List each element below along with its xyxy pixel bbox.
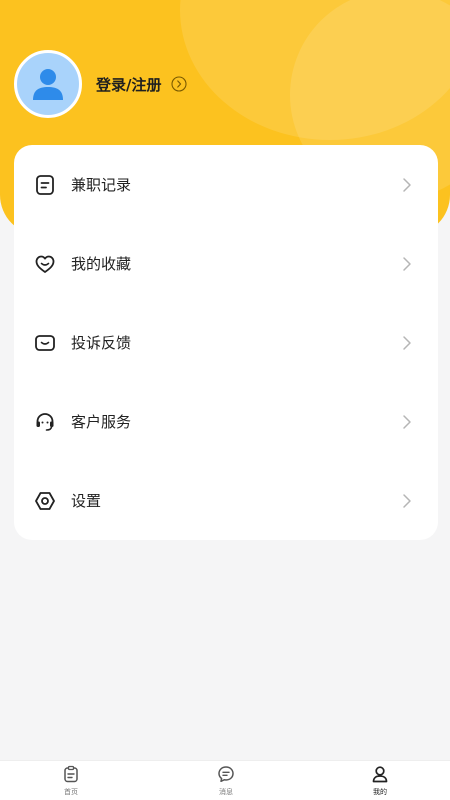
chevron-right-icon bbox=[400, 492, 414, 510]
chevron-right-icon bbox=[400, 255, 414, 273]
user-avatar-icon bbox=[33, 69, 63, 100]
tab-mine[interactable]: 我的 bbox=[350, 765, 410, 800]
chevron-right-icon bbox=[400, 176, 414, 194]
person-icon bbox=[371, 765, 389, 783]
menu-item-settings[interactable]: 设置 bbox=[14, 461, 438, 540]
tab-mine-label: 我的 bbox=[373, 788, 387, 796]
settings-hexagon-icon bbox=[34, 490, 56, 512]
menu-item-label: 我的收藏 bbox=[71, 255, 132, 273]
menu-item-part-time-records[interactable]: 兼职记录 bbox=[14, 145, 438, 224]
menu-item-my-favorites[interactable]: 我的收藏 bbox=[14, 224, 438, 303]
headset-icon bbox=[34, 411, 56, 433]
home-clipboard-icon bbox=[62, 765, 80, 783]
profile-section[interactable]: 登录/注册 bbox=[14, 50, 188, 118]
menu-item-label: 设置 bbox=[71, 492, 102, 510]
tab-messages-label: 消息 bbox=[219, 788, 233, 796]
menu-item-complaint-feedback[interactable]: 投诉反馈 bbox=[14, 303, 438, 382]
heart-icon bbox=[34, 253, 56, 275]
menu-card: 兼职记录 我的收藏 投诉反馈 客户服务 设置 bbox=[14, 145, 438, 540]
avatar[interactable] bbox=[14, 50, 82, 118]
tab-home[interactable]: 首页 bbox=[41, 765, 101, 800]
bottom-tab-bar: 首页 消息 我的 bbox=[0, 760, 450, 800]
menu-item-label: 客户服务 bbox=[71, 413, 132, 431]
chevron-right-icon bbox=[400, 334, 414, 352]
document-icon bbox=[34, 174, 56, 196]
menu-item-customer-service[interactable]: 客户服务 bbox=[14, 382, 438, 461]
menu-item-label: 兼职记录 bbox=[71, 176, 132, 194]
chevron-right-circle-icon[interactable] bbox=[171, 76, 188, 92]
tab-messages[interactable]: 消息 bbox=[196, 765, 256, 800]
login-register-link[interactable]: 登录/注册 bbox=[96, 74, 161, 95]
feedback-icon bbox=[34, 332, 56, 354]
message-icon bbox=[217, 765, 235, 783]
chevron-right-icon bbox=[400, 413, 414, 431]
menu-item-label: 投诉反馈 bbox=[71, 334, 132, 352]
tab-home-label: 首页 bbox=[64, 788, 78, 796]
